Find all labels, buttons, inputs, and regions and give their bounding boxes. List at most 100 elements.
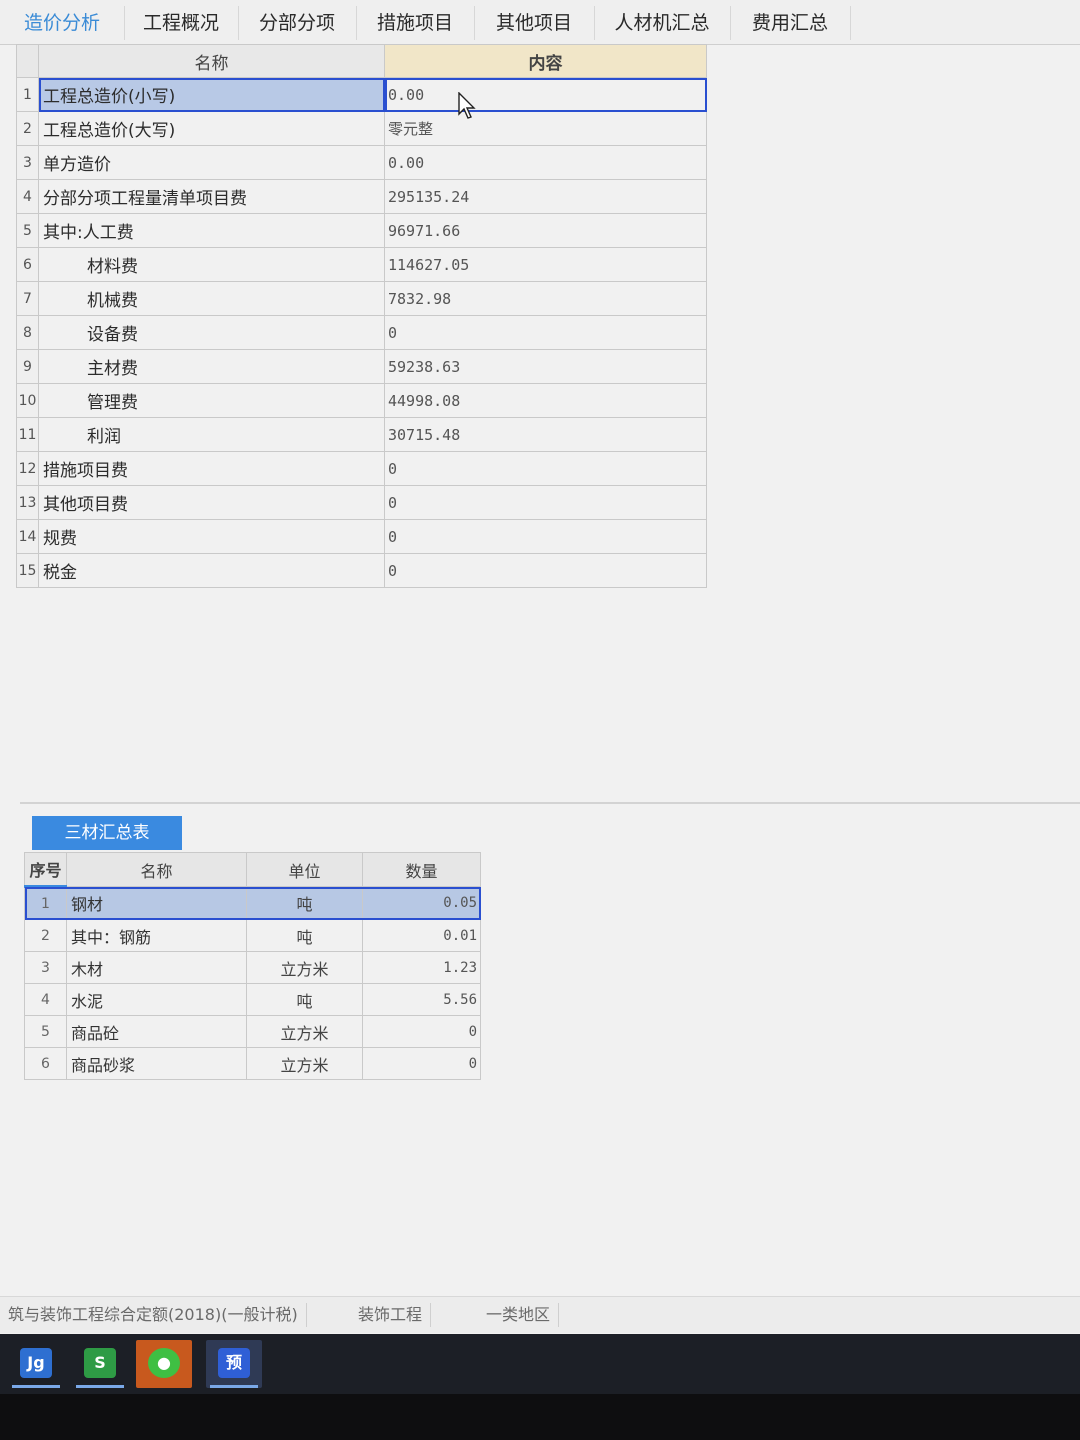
row-value-cell[interactable]: 96971.66 [384, 213, 707, 248]
material-qty-cell[interactable]: 1.23 [362, 951, 481, 984]
table-row[interactable]: 2 其中：钢筋 吨 0.01 [24, 919, 481, 952]
row-name-cell[interactable]: 规费 [38, 519, 385, 554]
app-window: 造价分析 工程概况 分部分项 措施项目 其他项目 人材机汇总 费用汇总 名称 内… [0, 0, 1080, 1440]
table-row[interactable]: 12 措施项目费 0 [16, 451, 707, 486]
material-name-cell[interactable]: 钢材 [66, 886, 247, 920]
taskbar-app-spreadsheet[interactable]: S [72, 1340, 128, 1388]
row-value-cell[interactable]: 零元整 [384, 111, 707, 146]
tab-project-overview[interactable]: 工程概况 [124, 6, 239, 40]
status-quota-standard[interactable]: 筑与装饰工程综合定额(2018)(一般计税) [0, 1303, 307, 1327]
table-row[interactable]: 8 设备费 0 [16, 315, 707, 350]
row-name-cell[interactable]: 利润 [38, 417, 385, 452]
row-name-cell[interactable]: 其中:人工费 [38, 213, 385, 248]
row-name-cell[interactable]: 机械费 [38, 281, 385, 316]
material-unit-cell[interactable]: 吨 [246, 919, 363, 952]
taskbar-app-pricing[interactable]: 预 [206, 1340, 262, 1388]
material-qty-cell[interactable]: 0.05 [362, 886, 481, 920]
material-unit-cell[interactable]: 立方米 [246, 1047, 363, 1080]
row-name-cell[interactable]: 材料费 [38, 247, 385, 282]
table-row[interactable]: 1 钢材 吨 0.05 [24, 886, 481, 920]
status-project-type[interactable]: 装饰工程 [350, 1303, 432, 1327]
taskbar-running-indicator [12, 1385, 60, 1388]
row-name-cell[interactable]: 其他项目费 [38, 485, 385, 520]
table-row[interactable]: 14 规费 0 [16, 519, 707, 554]
summary-header-row: 名称 内容 [16, 44, 707, 78]
taskbar: Jg S ● 预 [0, 1334, 1080, 1394]
tab-sub-items[interactable]: 分部分项 [238, 6, 357, 40]
material-name-cell[interactable]: 水泥 [66, 983, 247, 1016]
row-name-cell[interactable]: 税金 [38, 553, 385, 588]
table-row[interactable]: 3 木材 立方米 1.23 [24, 951, 481, 984]
table-row[interactable]: 6 材料费 114627.05 [16, 247, 707, 282]
table-row[interactable]: 15 税金 0 [16, 553, 707, 588]
tab-labor-material-machine[interactable]: 人材机汇总 [594, 6, 731, 40]
row-value-cell[interactable]: 30715.48 [384, 417, 707, 452]
taskbar-app-jg[interactable]: Jg [8, 1340, 64, 1388]
tab-cost-analysis[interactable]: 造价分析 [0, 6, 125, 40]
table-row[interactable]: 4 水泥 吨 5.56 [24, 983, 481, 1016]
row-name-cell[interactable]: 分部分项工程量清单项目费 [38, 179, 385, 214]
material-name-cell[interactable]: 其中：钢筋 [66, 919, 247, 952]
cost-summary-table: 名称 内容 1 工程总造价(小写) 0.00 2 工程总造价(大写) 零元整 3… [16, 44, 707, 588]
seq-column-header[interactable]: 序号 [24, 852, 67, 888]
material-unit-cell[interactable]: 立方米 [246, 1015, 363, 1048]
table-row[interactable]: 11 利润 30715.48 [16, 417, 707, 452]
row-value-cell[interactable]: 0 [384, 519, 707, 554]
row-value-cell[interactable]: 0 [384, 485, 707, 520]
table-row[interactable]: 6 商品砂浆 立方米 0 [24, 1047, 481, 1080]
row-value-cell[interactable]: 0.00 [384, 77, 707, 112]
material-qty-cell[interactable]: 5.56 [362, 983, 481, 1016]
row-value-cell[interactable]: 114627.05 [384, 247, 707, 282]
table-row[interactable]: 1 工程总造价(小写) 0.00 [16, 77, 707, 112]
material-qty-cell[interactable]: 0 [362, 1047, 481, 1080]
table-row[interactable]: 4 分部分项工程量清单项目费 295135.24 [16, 179, 707, 214]
row-name-cell[interactable]: 措施项目费 [38, 451, 385, 486]
unit-column-header[interactable]: 单位 [246, 852, 363, 887]
material-name-cell[interactable]: 商品砂浆 [66, 1047, 247, 1080]
quantity-column-header[interactable]: 数量 [362, 852, 481, 887]
row-value-cell[interactable]: 7832.98 [384, 281, 707, 316]
row-number: 12 [16, 451, 39, 486]
tab-other-items[interactable]: 其他项目 [474, 6, 595, 40]
name-column-header[interactable]: 名称 [66, 852, 247, 887]
row-name-cell[interactable]: 主材费 [38, 349, 385, 384]
table-row[interactable]: 5 其中:人工费 96971.66 [16, 213, 707, 248]
name-column-header[interactable]: 名称 [38, 44, 385, 78]
tab-fee-summary[interactable]: 费用汇总 [730, 6, 851, 40]
table-row[interactable]: 7 机械费 7832.98 [16, 281, 707, 316]
row-name-cell[interactable]: 管理费 [38, 383, 385, 418]
row-value-cell[interactable]: 0 [384, 315, 707, 350]
table-row[interactable]: 2 工程总造价(大写) 零元整 [16, 111, 707, 146]
material-qty-cell[interactable]: 0.01 [362, 919, 481, 952]
row-name-cell[interactable]: 单方造价 [38, 145, 385, 180]
materials-header-row: 序号 名称 单位 数量 [24, 852, 481, 888]
table-row[interactable]: 5 商品砼 立方米 0 [24, 1015, 481, 1048]
table-row[interactable]: 3 单方造价 0.00 [16, 145, 707, 180]
panel-divider[interactable] [20, 802, 1080, 804]
tab-three-materials-summary[interactable]: 三材汇总表 [32, 816, 182, 850]
table-row[interactable]: 13 其他项目费 0 [16, 485, 707, 520]
three-materials-table: 序号 名称 单位 数量 1 钢材 吨 0.05 2 其中：钢筋 吨 0.01 3… [24, 852, 481, 1080]
material-qty-cell[interactable]: 0 [362, 1015, 481, 1048]
table-row[interactable]: 10 管理费 44998.08 [16, 383, 707, 418]
material-unit-cell[interactable]: 吨 [246, 886, 363, 920]
tab-measures[interactable]: 措施项目 [356, 6, 475, 40]
material-unit-cell[interactable]: 立方米 [246, 951, 363, 984]
content-column-header[interactable]: 内容 [384, 44, 707, 78]
row-name-cell[interactable]: 设备费 [38, 315, 385, 350]
row-value-cell[interactable]: 44998.08 [384, 383, 707, 418]
row-number: 13 [16, 485, 39, 520]
material-unit-cell[interactable]: 吨 [246, 983, 363, 1016]
row-value-cell[interactable]: 0 [384, 451, 707, 486]
row-name-cell[interactable]: 工程总造价(小写) [38, 77, 385, 112]
row-value-cell[interactable]: 295135.24 [384, 179, 707, 214]
row-value-cell[interactable]: 0 [384, 553, 707, 588]
row-value-cell[interactable]: 59238.63 [384, 349, 707, 384]
material-name-cell[interactable]: 商品砼 [66, 1015, 247, 1048]
taskbar-app-wechat[interactable]: ● [136, 1340, 192, 1388]
material-name-cell[interactable]: 木材 [66, 951, 247, 984]
table-row[interactable]: 9 主材费 59238.63 [16, 349, 707, 384]
row-name-cell[interactable]: 工程总造价(大写) [38, 111, 385, 146]
row-value-cell[interactable]: 0.00 [384, 145, 707, 180]
status-region[interactable]: 一类地区 [478, 1303, 560, 1327]
